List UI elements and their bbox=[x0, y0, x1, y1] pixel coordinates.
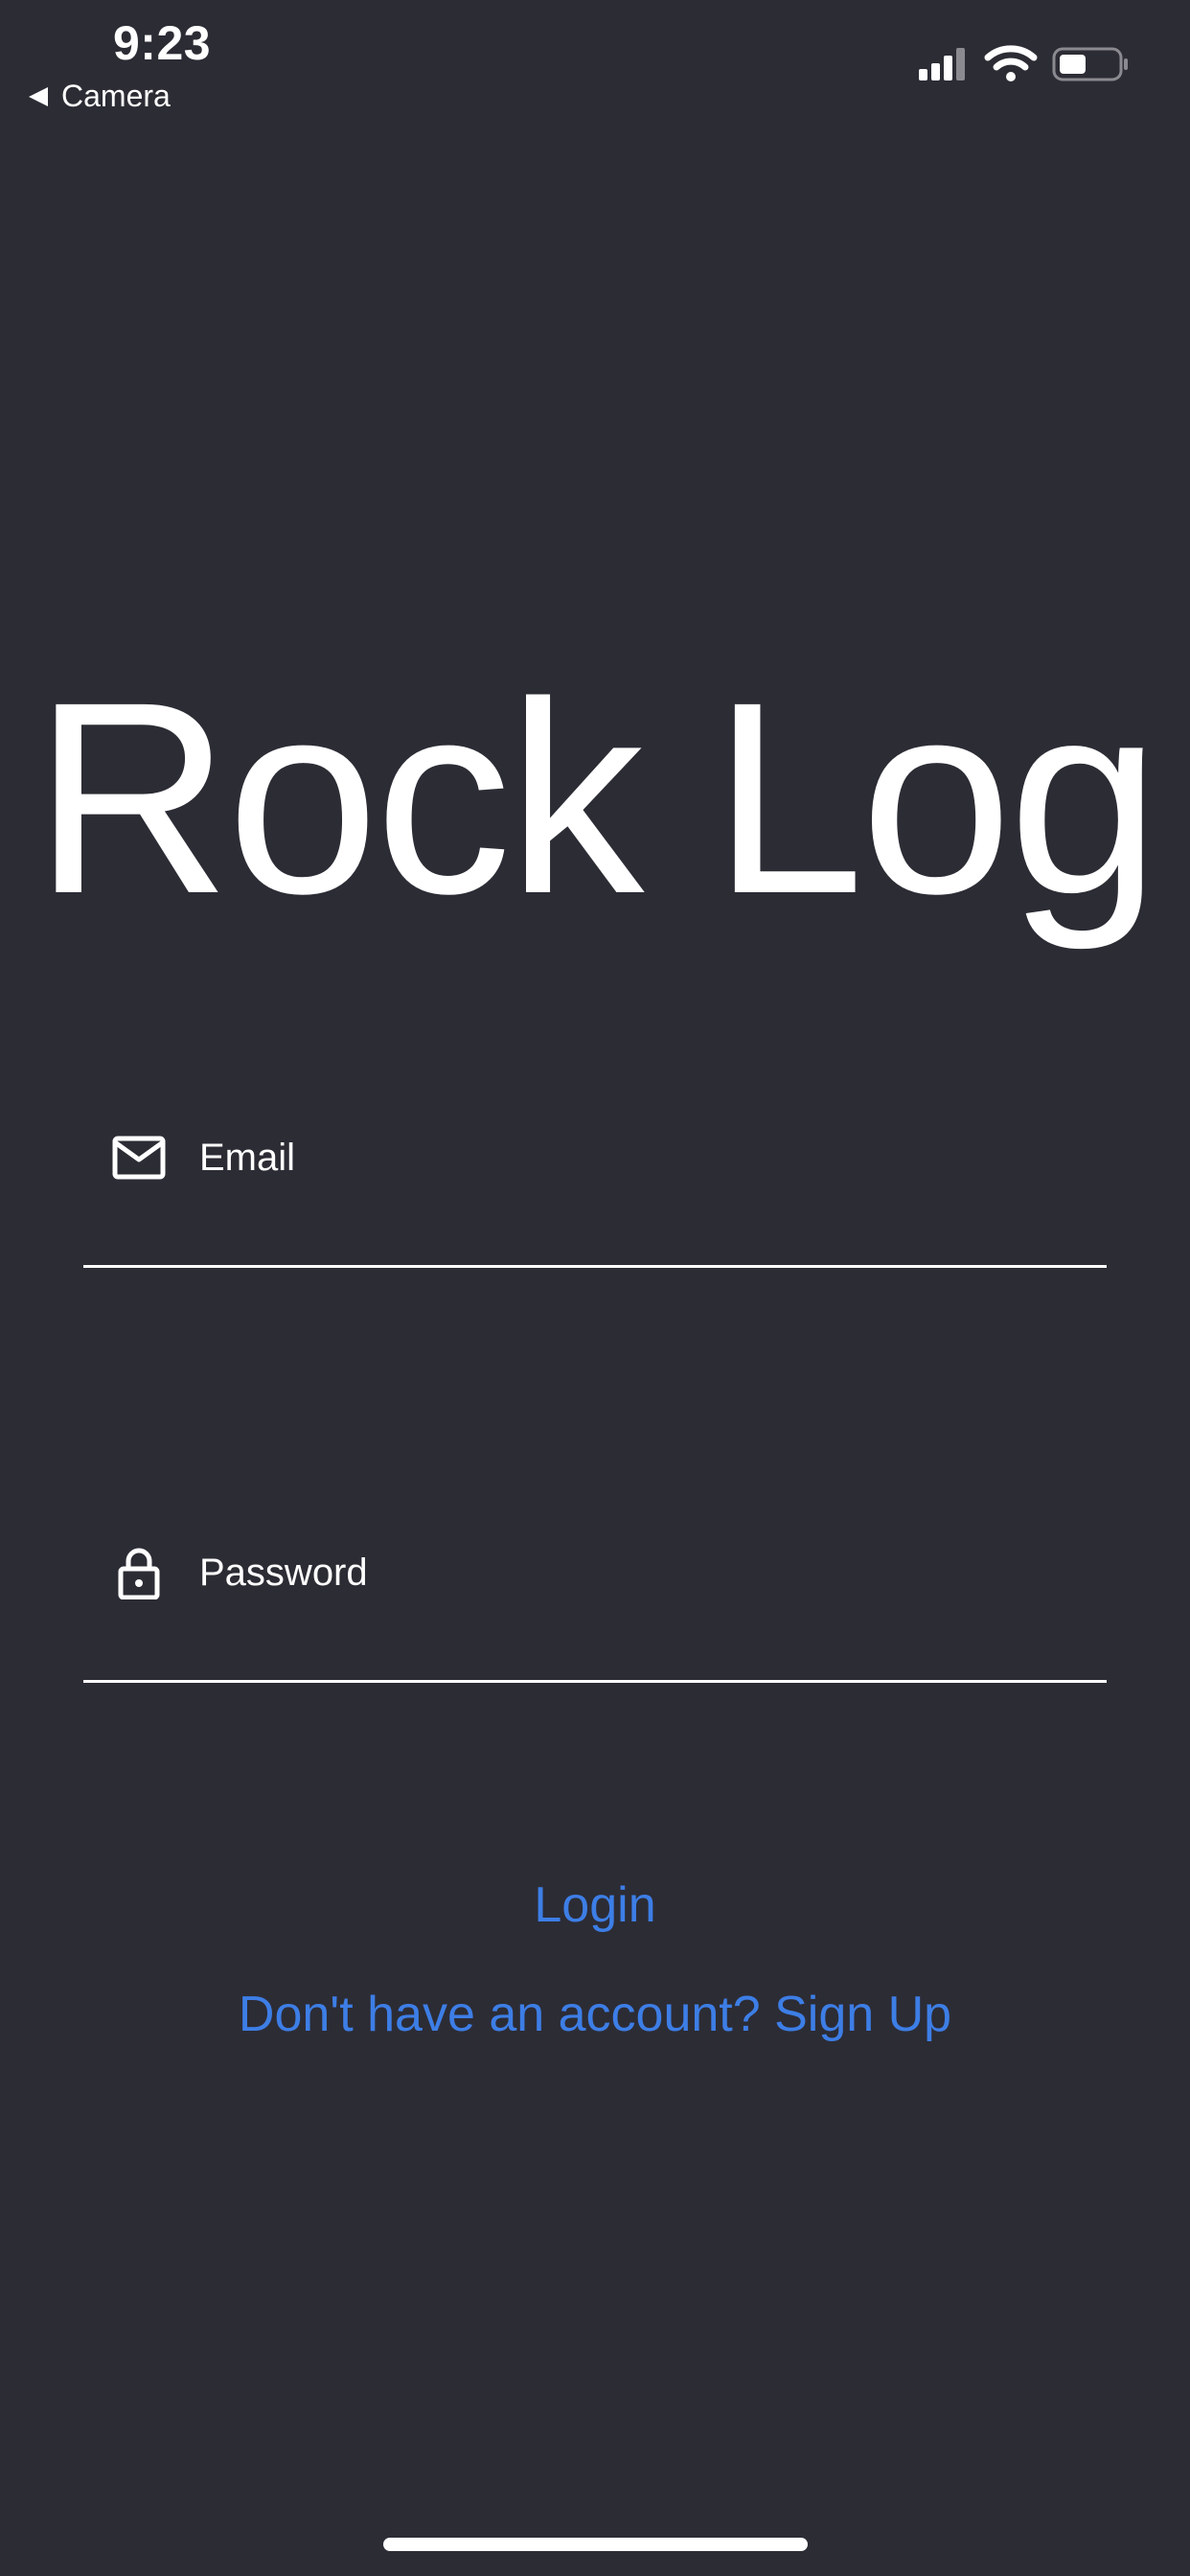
email-field[interactable] bbox=[83, 1131, 1107, 1268]
battery-icon bbox=[1052, 47, 1128, 81]
back-link-label: Camera bbox=[61, 79, 171, 113]
password-field[interactable] bbox=[83, 1546, 1107, 1683]
app-title: Rock Log bbox=[33, 645, 1160, 951]
cellular-signal-icon bbox=[919, 48, 965, 80]
back-to-camera-link[interactable]: Camera bbox=[29, 79, 171, 114]
lock-icon bbox=[112, 1546, 166, 1600]
status-icons bbox=[915, 42, 1131, 88]
home-indicator[interactable] bbox=[383, 2538, 808, 2551]
login-button[interactable]: Login bbox=[0, 1876, 1190, 1934]
wifi-icon bbox=[984, 45, 1038, 81]
password-input[interactable] bbox=[199, 1546, 1090, 1599]
email-input[interactable] bbox=[199, 1131, 1090, 1184]
back-arrow-icon bbox=[29, 86, 48, 106]
signup-link[interactable]: Don't have an account? Sign Up bbox=[0, 1986, 1190, 2043]
status-time: 9:23 bbox=[113, 16, 212, 70]
mail-icon bbox=[112, 1131, 166, 1184]
